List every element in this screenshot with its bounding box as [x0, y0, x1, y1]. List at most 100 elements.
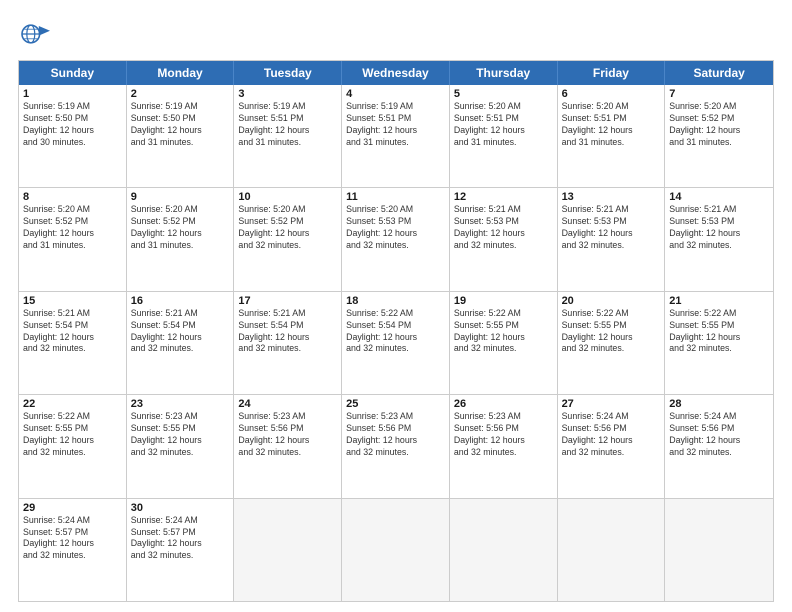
header-day-tuesday: Tuesday [234, 61, 342, 85]
cell-info: Sunrise: 5:22 AM Sunset: 5:55 PM Dayligh… [669, 308, 769, 356]
cell-info: Sunrise: 5:20 AM Sunset: 5:52 PM Dayligh… [669, 101, 769, 149]
calendar-cell-27: 27Sunrise: 5:24 AM Sunset: 5:56 PM Dayli… [558, 395, 666, 497]
cell-info: Sunrise: 5:22 AM Sunset: 5:54 PM Dayligh… [346, 308, 445, 356]
day-number: 16 [131, 295, 230, 307]
calendar-cell-3: 3Sunrise: 5:19 AM Sunset: 5:51 PM Daylig… [234, 85, 342, 187]
cell-info: Sunrise: 5:20 AM Sunset: 5:53 PM Dayligh… [346, 204, 445, 252]
calendar-cell-8: 8Sunrise: 5:20 AM Sunset: 5:52 PM Daylig… [19, 188, 127, 290]
page: SundayMondayTuesdayWednesdayThursdayFrid… [0, 0, 792, 612]
calendar-cell-21: 21Sunrise: 5:22 AM Sunset: 5:55 PM Dayli… [665, 292, 773, 394]
calendar-cell-2: 2Sunrise: 5:19 AM Sunset: 5:50 PM Daylig… [127, 85, 235, 187]
cell-info: Sunrise: 5:20 AM Sunset: 5:51 PM Dayligh… [562, 101, 661, 149]
day-number: 17 [238, 295, 337, 307]
cell-info: Sunrise: 5:21 AM Sunset: 5:53 PM Dayligh… [562, 204, 661, 252]
day-number: 22 [23, 398, 122, 410]
calendar-cell-7: 7Sunrise: 5:20 AM Sunset: 5:52 PM Daylig… [665, 85, 773, 187]
calendar-body: 1Sunrise: 5:19 AM Sunset: 5:50 PM Daylig… [19, 85, 773, 601]
calendar-cell-29: 29Sunrise: 5:24 AM Sunset: 5:57 PM Dayli… [19, 499, 127, 601]
day-number: 25 [346, 398, 445, 410]
cell-info: Sunrise: 5:21 AM Sunset: 5:54 PM Dayligh… [131, 308, 230, 356]
day-number: 1 [23, 88, 122, 100]
calendar-cell-empty [558, 499, 666, 601]
calendar-cell-1: 1Sunrise: 5:19 AM Sunset: 5:50 PM Daylig… [19, 85, 127, 187]
day-number: 9 [131, 191, 230, 203]
cell-info: Sunrise: 5:21 AM Sunset: 5:53 PM Dayligh… [454, 204, 553, 252]
day-number: 11 [346, 191, 445, 203]
calendar-cell-5: 5Sunrise: 5:20 AM Sunset: 5:51 PM Daylig… [450, 85, 558, 187]
day-number: 27 [562, 398, 661, 410]
header-day-friday: Friday [558, 61, 666, 85]
cell-info: Sunrise: 5:22 AM Sunset: 5:55 PM Dayligh… [23, 411, 122, 459]
day-number: 3 [238, 88, 337, 100]
calendar-cell-14: 14Sunrise: 5:21 AM Sunset: 5:53 PM Dayli… [665, 188, 773, 290]
day-number: 7 [669, 88, 769, 100]
calendar-cell-4: 4Sunrise: 5:19 AM Sunset: 5:51 PM Daylig… [342, 85, 450, 187]
day-number: 6 [562, 88, 661, 100]
calendar-cell-empty [450, 499, 558, 601]
cell-info: Sunrise: 5:20 AM Sunset: 5:51 PM Dayligh… [454, 101, 553, 149]
cell-info: Sunrise: 5:23 AM Sunset: 5:56 PM Dayligh… [454, 411, 553, 459]
calendar-cell-18: 18Sunrise: 5:22 AM Sunset: 5:54 PM Dayli… [342, 292, 450, 394]
calendar-cell-12: 12Sunrise: 5:21 AM Sunset: 5:53 PM Dayli… [450, 188, 558, 290]
header-day-sunday: Sunday [19, 61, 127, 85]
calendar-cell-empty [234, 499, 342, 601]
calendar-cell-30: 30Sunrise: 5:24 AM Sunset: 5:57 PM Dayli… [127, 499, 235, 601]
cell-info: Sunrise: 5:24 AM Sunset: 5:56 PM Dayligh… [562, 411, 661, 459]
calendar-cell-20: 20Sunrise: 5:22 AM Sunset: 5:55 PM Dayli… [558, 292, 666, 394]
cell-info: Sunrise: 5:19 AM Sunset: 5:50 PM Dayligh… [23, 101, 122, 149]
cell-info: Sunrise: 5:24 AM Sunset: 5:56 PM Dayligh… [669, 411, 769, 459]
cell-info: Sunrise: 5:21 AM Sunset: 5:54 PM Dayligh… [238, 308, 337, 356]
day-number: 10 [238, 191, 337, 203]
cell-info: Sunrise: 5:20 AM Sunset: 5:52 PM Dayligh… [23, 204, 122, 252]
cell-info: Sunrise: 5:22 AM Sunset: 5:55 PM Dayligh… [454, 308, 553, 356]
cell-info: Sunrise: 5:20 AM Sunset: 5:52 PM Dayligh… [238, 204, 337, 252]
header-day-monday: Monday [127, 61, 235, 85]
day-number: 4 [346, 88, 445, 100]
calendar-cell-17: 17Sunrise: 5:21 AM Sunset: 5:54 PM Dayli… [234, 292, 342, 394]
cell-info: Sunrise: 5:22 AM Sunset: 5:55 PM Dayligh… [562, 308, 661, 356]
day-number: 21 [669, 295, 769, 307]
calendar-row-1: 8Sunrise: 5:20 AM Sunset: 5:52 PM Daylig… [19, 187, 773, 290]
cell-info: Sunrise: 5:19 AM Sunset: 5:51 PM Dayligh… [346, 101, 445, 149]
header [18, 18, 774, 50]
cell-info: Sunrise: 5:21 AM Sunset: 5:53 PM Dayligh… [669, 204, 769, 252]
calendar: SundayMondayTuesdayWednesdayThursdayFrid… [18, 60, 774, 602]
cell-info: Sunrise: 5:21 AM Sunset: 5:54 PM Dayligh… [23, 308, 122, 356]
day-number: 30 [131, 502, 230, 514]
calendar-cell-26: 26Sunrise: 5:23 AM Sunset: 5:56 PM Dayli… [450, 395, 558, 497]
day-number: 19 [454, 295, 553, 307]
header-day-thursday: Thursday [450, 61, 558, 85]
calendar-cell-11: 11Sunrise: 5:20 AM Sunset: 5:53 PM Dayli… [342, 188, 450, 290]
calendar-cell-22: 22Sunrise: 5:22 AM Sunset: 5:55 PM Dayli… [19, 395, 127, 497]
cell-info: Sunrise: 5:19 AM Sunset: 5:51 PM Dayligh… [238, 101, 337, 149]
calendar-cell-24: 24Sunrise: 5:23 AM Sunset: 5:56 PM Dayli… [234, 395, 342, 497]
calendar-cell-9: 9Sunrise: 5:20 AM Sunset: 5:52 PM Daylig… [127, 188, 235, 290]
day-number: 20 [562, 295, 661, 307]
day-number: 15 [23, 295, 122, 307]
calendar-cell-6: 6Sunrise: 5:20 AM Sunset: 5:51 PM Daylig… [558, 85, 666, 187]
calendar-cell-23: 23Sunrise: 5:23 AM Sunset: 5:55 PM Dayli… [127, 395, 235, 497]
day-number: 14 [669, 191, 769, 203]
calendar-row-4: 29Sunrise: 5:24 AM Sunset: 5:57 PM Dayli… [19, 498, 773, 601]
calendar-cell-15: 15Sunrise: 5:21 AM Sunset: 5:54 PM Dayli… [19, 292, 127, 394]
header-day-saturday: Saturday [665, 61, 773, 85]
day-number: 2 [131, 88, 230, 100]
cell-info: Sunrise: 5:24 AM Sunset: 5:57 PM Dayligh… [23, 515, 122, 563]
calendar-cell-28: 28Sunrise: 5:24 AM Sunset: 5:56 PM Dayli… [665, 395, 773, 497]
calendar-cell-empty [342, 499, 450, 601]
cell-info: Sunrise: 5:19 AM Sunset: 5:50 PM Dayligh… [131, 101, 230, 149]
cell-info: Sunrise: 5:20 AM Sunset: 5:52 PM Dayligh… [131, 204, 230, 252]
day-number: 26 [454, 398, 553, 410]
day-number: 12 [454, 191, 553, 203]
day-number: 23 [131, 398, 230, 410]
cell-info: Sunrise: 5:23 AM Sunset: 5:55 PM Dayligh… [131, 411, 230, 459]
day-number: 5 [454, 88, 553, 100]
calendar-row-2: 15Sunrise: 5:21 AM Sunset: 5:54 PM Dayli… [19, 291, 773, 394]
calendar-cell-10: 10Sunrise: 5:20 AM Sunset: 5:52 PM Dayli… [234, 188, 342, 290]
cell-info: Sunrise: 5:24 AM Sunset: 5:57 PM Dayligh… [131, 515, 230, 563]
calendar-cell-19: 19Sunrise: 5:22 AM Sunset: 5:55 PM Dayli… [450, 292, 558, 394]
calendar-header: SundayMondayTuesdayWednesdayThursdayFrid… [19, 61, 773, 85]
calendar-cell-13: 13Sunrise: 5:21 AM Sunset: 5:53 PM Dayli… [558, 188, 666, 290]
cell-info: Sunrise: 5:23 AM Sunset: 5:56 PM Dayligh… [346, 411, 445, 459]
calendar-cell-25: 25Sunrise: 5:23 AM Sunset: 5:56 PM Dayli… [342, 395, 450, 497]
